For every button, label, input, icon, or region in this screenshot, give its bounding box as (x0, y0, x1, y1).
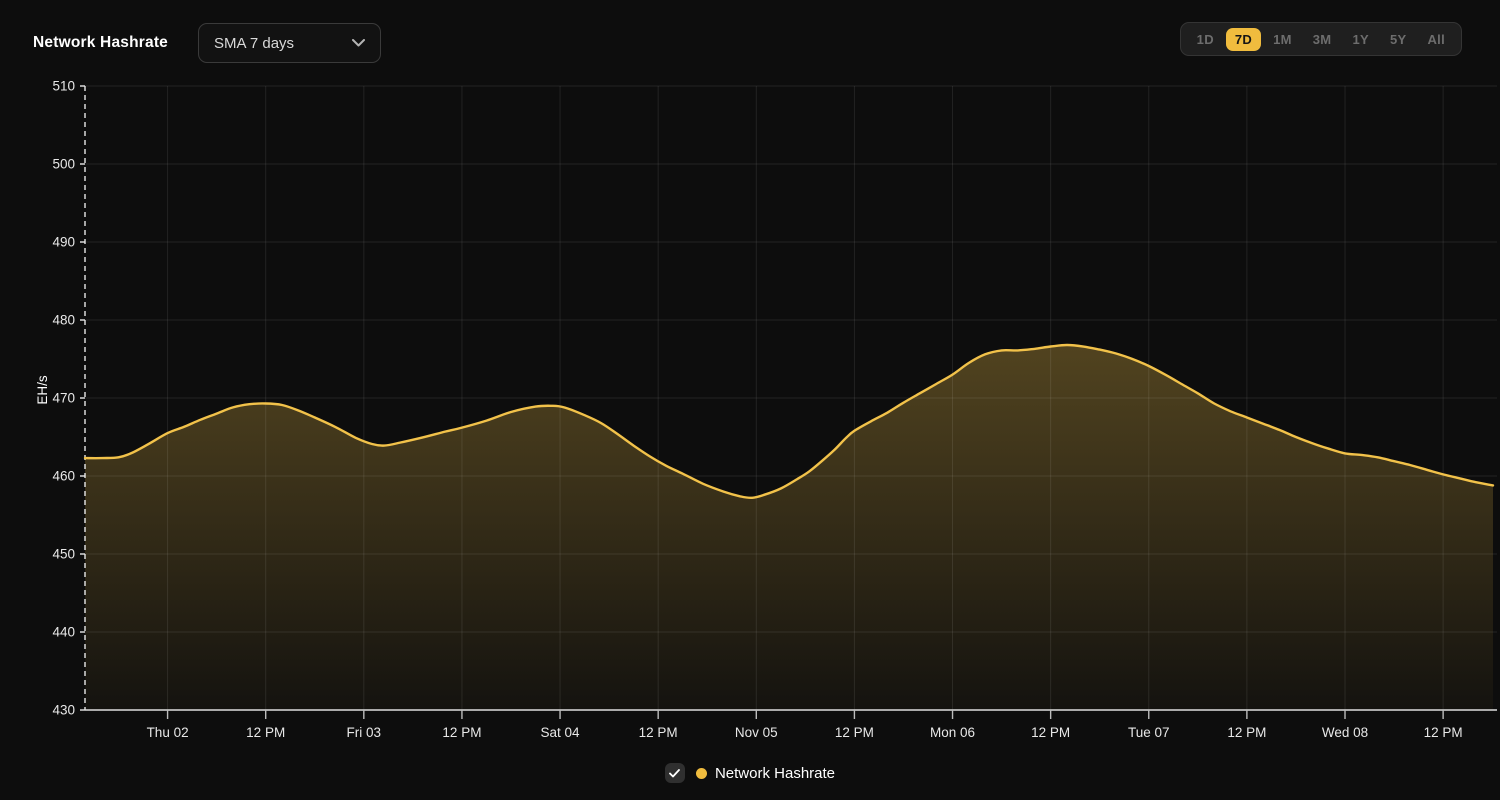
svg-text:490: 490 (52, 235, 75, 250)
svg-text:Tue 07: Tue 07 (1128, 725, 1170, 740)
legend-series-label[interactable]: Network Hashrate (715, 765, 835, 782)
y-tick-labels: 430 440 450 460 470 480 490 500 510 (52, 79, 75, 718)
svg-text:450: 450 (52, 547, 75, 562)
chart-legend: Network Hashrate (0, 763, 1500, 783)
svg-text:12 PM: 12 PM (442, 725, 481, 740)
svg-text:510: 510 (52, 79, 75, 94)
svg-text:Nov 05: Nov 05 (735, 725, 778, 740)
x-axis-ticks (168, 710, 1444, 719)
svg-text:12 PM: 12 PM (1031, 725, 1070, 740)
svg-text:460: 460 (52, 469, 75, 484)
svg-text:12 PM: 12 PM (639, 725, 678, 740)
x-tick-labels: Thu 02 12 PM Fri 03 12 PM Sat 04 12 PM Nov 05 1… (147, 725, 1463, 740)
svg-text:12 PM: 12 PM (246, 725, 285, 740)
svg-text:480: 480 (52, 313, 75, 328)
svg-text:12 PM: 12 PM (1424, 725, 1463, 740)
svg-text:Wed 08: Wed 08 (1322, 725, 1368, 740)
svg-text:Sat 04: Sat 04 (541, 725, 581, 740)
svg-text:500: 500 (52, 157, 75, 172)
y-axis-title: EH/s (35, 375, 50, 405)
svg-text:Mon 06: Mon 06 (930, 725, 975, 740)
svg-text:12 PM: 12 PM (1227, 725, 1266, 740)
hashrate-area-chart[interactable]: 430 440 450 460 470 480 490 500 510 Thu 02 12 PM Fr… (0, 0, 1500, 800)
legend-checkbox[interactable] (665, 763, 685, 783)
svg-text:440: 440 (52, 625, 75, 640)
svg-text:430: 430 (52, 703, 75, 718)
series-area (85, 345, 1493, 710)
svg-text:Fri 03: Fri 03 (347, 725, 382, 740)
svg-text:12 PM: 12 PM (835, 725, 874, 740)
checkmark-icon (669, 769, 680, 778)
legend-color-dot (696, 768, 707, 779)
svg-text:Thu 02: Thu 02 (147, 725, 189, 740)
svg-text:470: 470 (52, 391, 75, 406)
y-axis-ticks (80, 86, 85, 710)
